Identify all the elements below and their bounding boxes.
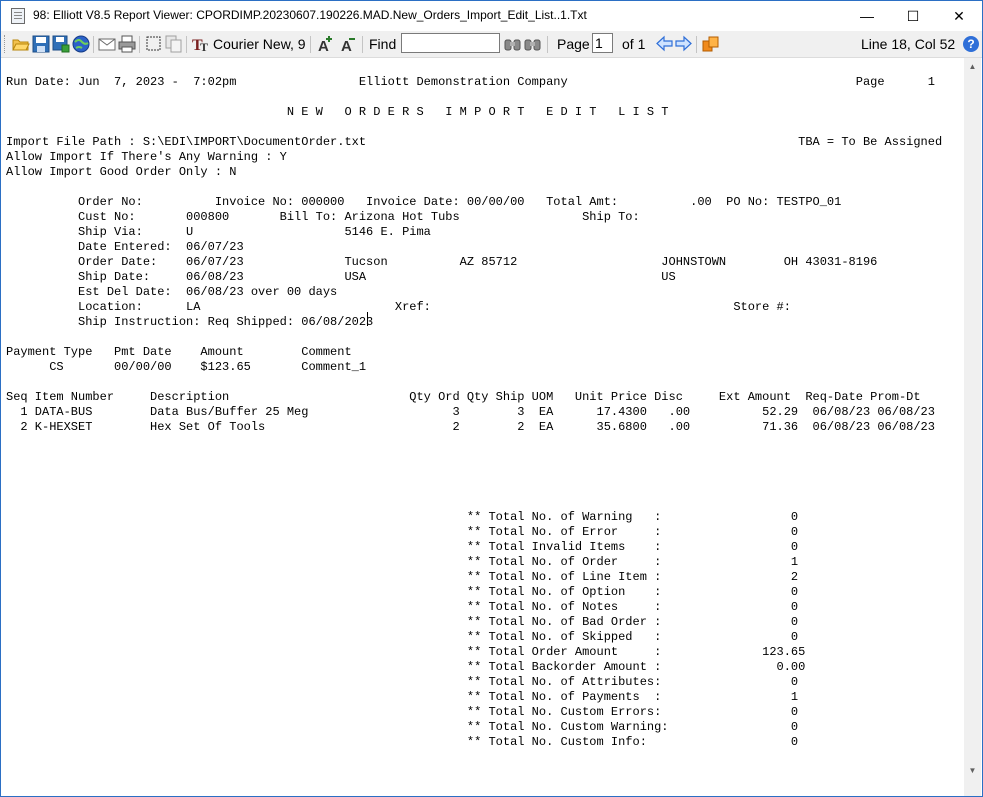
report-line: ** Total No. Custom Info: 0 bbox=[6, 735, 799, 749]
report-line: Cust No: 000800 Bill To: Arizona Hot Tub… bbox=[6, 210, 640, 224]
report-line: Allow Import If There's Any Warning : Y bbox=[6, 150, 287, 164]
report-viewer-app-icon bbox=[11, 8, 25, 24]
report-line: ** Total Order Amount : 123.65 bbox=[6, 645, 806, 659]
report-line: CS 00/00/00 $123.65 Comment_1 bbox=[6, 360, 367, 374]
scroll-up-arrow-icon[interactable]: ▲ bbox=[964, 58, 981, 75]
report-line: ** Total No. Custom Errors: 0 bbox=[6, 705, 799, 719]
find-next-icon[interactable] bbox=[524, 35, 542, 53]
report-line: ** Total No. of Payments : 1 bbox=[6, 690, 799, 704]
report-line: ** Total No. of Notes : 0 bbox=[6, 600, 799, 614]
report-line: ** Total Backorder Amount : 0.00 bbox=[6, 660, 806, 674]
report-line: Ship Via: U 5146 E. Pima bbox=[6, 225, 431, 239]
report-line: ** Total No. of Order : 1 bbox=[6, 555, 799, 569]
page-number-input[interactable] bbox=[592, 33, 613, 53]
print-icon[interactable] bbox=[118, 35, 136, 53]
font-name-label[interactable]: Courier New, 9 bbox=[213, 36, 306, 54]
find-prev-icon[interactable] bbox=[504, 35, 522, 53]
find-label: Find bbox=[369, 36, 397, 52]
web-icon[interactable] bbox=[72, 35, 90, 53]
cursor-position-status: Line 18, Col 52 bbox=[861, 36, 956, 52]
report-content-area[interactable]: Run Date: Jun 7, 2023 - 7:02pm Elliott D… bbox=[2, 58, 964, 795]
report-line: Order No: Invoice No: 000000 Invoice Dat… bbox=[6, 195, 842, 209]
report-line: Seq Item Number Description Qty Ord Qty … bbox=[6, 390, 921, 404]
font-smaller-icon[interactable]: A bbox=[340, 35, 358, 53]
maximize-button[interactable]: ☐ bbox=[890, 1, 936, 31]
help-icon[interactable]: ? bbox=[963, 36, 979, 52]
report-line: ** Total Invalid Items : 0 bbox=[6, 540, 799, 554]
report-line: Ship Instruction: Req Shipped: 06/08/202… bbox=[6, 315, 374, 329]
close-button[interactable]: ✕ bbox=[936, 1, 982, 31]
email-icon[interactable] bbox=[98, 35, 116, 53]
copy-icon[interactable] bbox=[165, 35, 183, 53]
report-line: Est Del Date: 06/08/23 over 00 days bbox=[6, 285, 338, 299]
text-cursor bbox=[367, 312, 368, 326]
report-line: ** Total No. Custom Warning: 0 bbox=[6, 720, 799, 734]
report-line: Location: LA Xref: Store #: bbox=[6, 300, 791, 314]
report-line: ** Total No. of Option : 0 bbox=[6, 585, 799, 599]
page-count-label: of 1 bbox=[622, 36, 646, 52]
minimize-button[interactable]: — bbox=[844, 1, 890, 31]
report-line: 1 DATA-BUS Data Bus/Buffer 25 Meg 3 3 EA… bbox=[6, 405, 935, 419]
report-line: Date Entered: 06/07/23 bbox=[6, 240, 244, 254]
font-icon[interactable]: T T bbox=[192, 35, 210, 53]
title-bar: 98: Elliott V8.5 Report Viewer: CPORDIMP… bbox=[1, 1, 982, 31]
scroll-down-arrow-icon[interactable]: ▼ bbox=[964, 762, 981, 779]
report-line: ** Total No. of Warning : 0 bbox=[6, 510, 799, 524]
toolbar-separator bbox=[362, 36, 363, 53]
toolbar-separator bbox=[696, 36, 697, 53]
report-line: Import File Path : S:\EDI\IMPORT\Documen… bbox=[6, 135, 943, 149]
report-text: Run Date: Jun 7, 2023 - 7:02pm Elliott D… bbox=[6, 75, 942, 750]
svg-text:A: A bbox=[341, 38, 352, 53]
report-line: ** Total No. of Line Item : 2 bbox=[6, 570, 799, 584]
report-line: Run Date: Jun 7, 2023 - 7:02pm Elliott D… bbox=[6, 75, 935, 89]
font-larger-icon[interactable]: A bbox=[317, 35, 335, 53]
report-line: Allow Import Good Order Only : N bbox=[6, 165, 237, 179]
report-line: N E W O R D E R S I M P O R T E D I T L … bbox=[6, 105, 669, 119]
report-line: ** Total No. of Attributes: 0 bbox=[6, 675, 799, 689]
report-line: Order Date: 06/07/23 Tucson AZ 85712 JOH… bbox=[6, 255, 878, 269]
export-icon[interactable] bbox=[702, 35, 720, 53]
report-line: Payment Type Pmt Date Amount Comment bbox=[6, 345, 352, 359]
report-viewer-window: 98: Elliott V8.5 Report Viewer: CPORDIMP… bbox=[0, 0, 983, 797]
page-label: Page bbox=[557, 36, 590, 52]
svg-text:T: T bbox=[200, 40, 208, 53]
select-icon[interactable] bbox=[145, 35, 163, 53]
toolbar-separator bbox=[310, 36, 311, 53]
report-line: 2 K-HEXSET Hex Set Of Tools 2 2 EA 35.68… bbox=[6, 420, 935, 434]
arrow-right-icon[interactable] bbox=[675, 35, 692, 52]
vertical-scrollbar[interactable]: ▲ ▼ bbox=[964, 58, 981, 779]
save-icon[interactable] bbox=[32, 35, 50, 53]
arrow-left-icon[interactable] bbox=[656, 35, 673, 52]
toolbar-grip bbox=[4, 35, 7, 53]
window-title: 98: Elliott V8.5 Report Viewer: CPORDIMP… bbox=[33, 8, 587, 22]
report-line: ** Total No. of Skipped : 0 bbox=[6, 630, 799, 644]
save-as-icon[interactable] bbox=[52, 35, 70, 53]
svg-text:A: A bbox=[318, 38, 329, 53]
toolbar-separator bbox=[186, 36, 187, 53]
resize-grip[interactable] bbox=[964, 779, 981, 796]
report-line: Ship Date: 06/08/23 USA US bbox=[6, 270, 676, 284]
toolbar-separator bbox=[547, 36, 548, 53]
report-line: ** Total No. of Bad Order : 0 bbox=[6, 615, 799, 629]
report-line: ** Total No. of Error : 0 bbox=[6, 525, 799, 539]
find-input[interactable] bbox=[401, 33, 500, 53]
toolbar-separator bbox=[93, 36, 94, 53]
toolbar-separator bbox=[139, 36, 140, 53]
open-folder-icon[interactable] bbox=[12, 35, 30, 53]
